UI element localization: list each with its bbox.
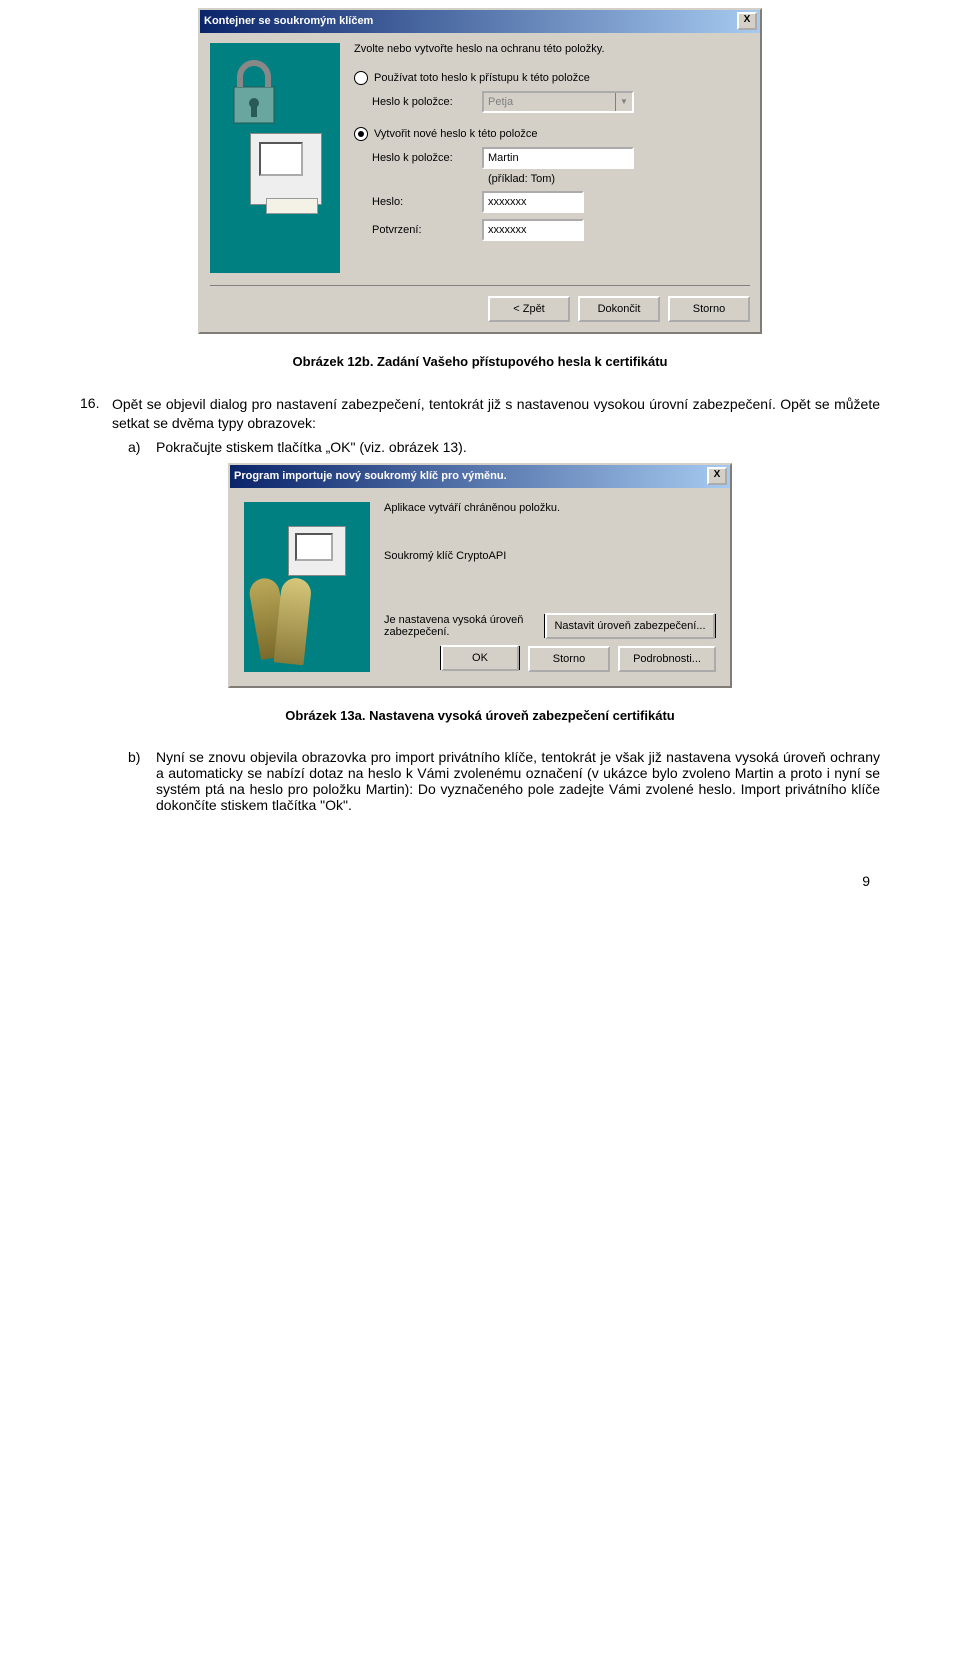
dialog-key-container: Kontejner se soukromým klíčem X Zvolte n… [198, 8, 762, 334]
radio-create-new-label: Vytvořit nové heslo k této položce [374, 128, 537, 140]
computer-icon [288, 526, 346, 576]
info-line-1: Aplikace vytváří chráněnou položku. [384, 502, 716, 514]
dialog-import-key: Program importuje nový soukromý klíč pro… [228, 463, 732, 688]
finish-button[interactable]: Dokončit [578, 296, 660, 322]
label-item-password-1: Heslo k položce: [372, 96, 482, 108]
input-confirm[interactable]: xxxxxxx [482, 219, 584, 241]
input-password[interactable]: xxxxxxx [482, 191, 584, 213]
input-item-name[interactable]: Martin [482, 147, 634, 169]
wizard-banner-image-2 [244, 502, 370, 672]
close-icon[interactable]: X [737, 12, 757, 30]
ok-button[interactable]: OK [440, 646, 520, 670]
label-password: Heslo: [372, 196, 482, 208]
radio-use-existing[interactable] [354, 71, 368, 85]
cancel-button-2[interactable]: Storno [528, 646, 610, 672]
set-security-level-button[interactable]: Nastavit úroveň zabezpečení... [544, 614, 716, 638]
paragraph-16b: Nyní se znovu objevila obrazovka pro imp… [156, 749, 880, 813]
radio-use-existing-label: Používat toto heslo k přístupu k této po… [374, 72, 590, 84]
chevron-down-icon: ▼ [615, 93, 632, 111]
titlebar: Kontejner se soukromým klíčem X [200, 10, 760, 33]
figure-caption-12b: Obrázek 12b. Zadání Vašeho přístupového … [80, 354, 880, 369]
list-letter-b: b) [128, 749, 156, 813]
back-button[interactable]: < Zpět [488, 296, 570, 322]
wizard-banner-image [210, 43, 340, 273]
list-number-16: 16. [80, 395, 112, 433]
figure-caption-13a: Obrázek 13a. Nastavena vysoká úroveň zab… [80, 708, 880, 723]
dialog-title: Kontejner se soukromým klíčem [204, 15, 373, 27]
label-confirm: Potvrzení: [372, 224, 482, 236]
page-number: 9 [80, 873, 880, 889]
intro-text: Zvolte nebo vytvořte heslo na ochranu té… [354, 43, 750, 55]
radio-create-new[interactable] [354, 127, 368, 141]
padlock-icon [224, 57, 284, 127]
list-letter-a: a) [128, 439, 156, 455]
combo-existing-password: Petja ▼ [482, 91, 634, 113]
info-line-2: Soukromý klíč CryptoAPI [384, 550, 716, 562]
paragraph-16: Opět se objevil dialog pro nastavení zab… [112, 395, 880, 433]
cancel-button[interactable]: Storno [668, 296, 750, 322]
security-level-note: Je nastavena vysoká úroveň zabezpečení. [384, 614, 534, 638]
computer-icon [250, 133, 322, 205]
paragraph-16a: Pokračujte stiskem tlačítka „OK" (viz. o… [156, 439, 467, 455]
label-item-password-2: Heslo k položce: [372, 152, 482, 164]
dialog2-title: Program importuje nový soukromý klíč pro… [234, 470, 507, 482]
close-icon-2[interactable]: X [707, 467, 727, 485]
hint-example: (příklad: Tom) [488, 173, 750, 185]
details-button[interactable]: Podrobnosti... [618, 646, 716, 672]
titlebar-2: Program importuje nový soukromý klíč pro… [230, 465, 730, 488]
